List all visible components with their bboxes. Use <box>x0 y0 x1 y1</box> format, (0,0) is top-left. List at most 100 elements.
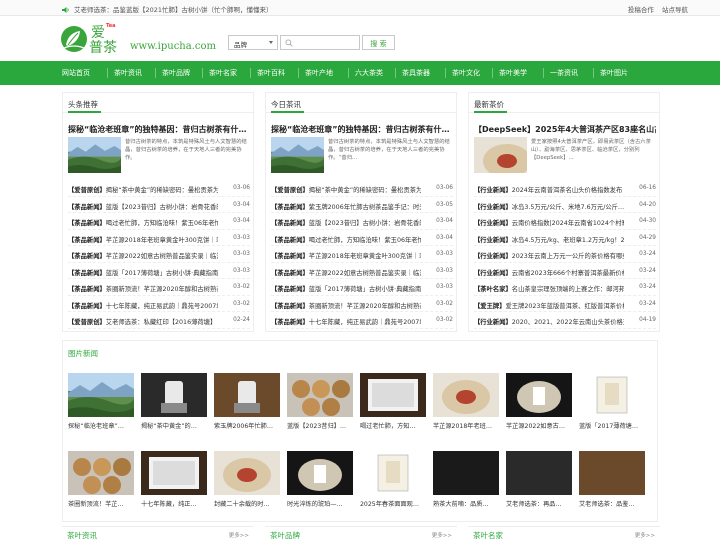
news-list-item[interactable]: 【茶品新闻】紫玉牌2006年忙肺古树茶品鉴手记：时光 03-05 <box>271 200 453 217</box>
news-list-item[interactable]: 【茶品新闻】喝过老忙肺，方知临沧味！紫玉06年老忙肺 03-04 <box>271 233 453 250</box>
news-item-text[interactable]: 【茶品新闻】紫玉牌2006年忙肺古树茶品鉴手记：时光 <box>271 202 421 211</box>
picture-news-thumbnail[interactable] <box>141 373 207 417</box>
picture-news-caption[interactable]: 紫玉牌2006年忙肺… <box>214 421 280 430</box>
picture-news-caption[interactable]: 2025年春茶面面观… <box>360 499 426 508</box>
news-item-tag[interactable]: 【茶叶名家】 <box>474 286 512 293</box>
picture-news-item[interactable]: 喝过老忙肺，方知… <box>360 373 426 430</box>
news-item-tag[interactable]: 【爱普原创】 <box>68 187 106 194</box>
news-item-tag[interactable]: 【茶品新闻】 <box>68 220 106 227</box>
news-item-title[interactable]: 云南省2023年666个村寨普洱茶最新价格 <box>512 270 624 277</box>
news-item-tag[interactable]: 【茶品新闻】 <box>68 270 106 277</box>
news-list-item[interactable]: 【茶品新闻】十七年陈藏，纯正易武韵｜鼎苑号2007年 03-02 <box>68 299 250 316</box>
contribute-link[interactable]: 投稿合作 <box>628 6 654 14</box>
news-item-text[interactable]: 【行业新闻】2023年云南上万元一公斤的茶价格有哪些 <box>474 251 624 260</box>
picture-news-caption[interactable]: 茶圈新顶流！芊芷… <box>68 499 134 508</box>
picture-news-caption[interactable]: 芊芷源2022如意古… <box>506 421 572 430</box>
news-item-text[interactable]: 【茶品新闻】芊芷源2018年老班章黄金叶300克饼｜乌 <box>68 235 218 244</box>
news-item-text[interactable]: 【茶品新闻】十七年陈藏，纯正易武韵｜鼎苑号2007年 <box>271 317 421 326</box>
news-list-item[interactable]: 【茶品新闻】茶圈新顶流！芊芷源2020年醇和古树熟茶 03-02 <box>68 282 250 299</box>
top-notice-text[interactable]: 艾老师选茶：品鉴蓝版【2021忙肺】古树小饼（忙个肺啊，懂懂来） <box>74 6 273 14</box>
news-item-title[interactable]: 蓝版【2023昔归】古树小饼：岩骨花香的 <box>309 220 421 227</box>
search-input[interactable] <box>280 35 360 50</box>
news-item-title[interactable]: 蓝版【2023昔归】古树小饼：岩骨花香的 <box>106 204 218 211</box>
picture-news-item[interactable]: 封藏二十余载的时… <box>214 451 280 508</box>
picture-news-thumbnail[interactable] <box>287 373 353 417</box>
search-category-select[interactable]: 品牌 <box>228 35 278 50</box>
news-item-text[interactable]: 【茶品新闻】喝过老忙肺，方知临沧味！紫玉06年老忙肺 <box>68 218 218 227</box>
picture-news-thumbnail[interactable] <box>433 451 499 495</box>
picture-news-thumbnail[interactable] <box>287 451 353 495</box>
news-item-tag[interactable]: 【茶品新闻】 <box>68 237 106 244</box>
news-item-title[interactable]: 十七年陈藏，纯正易武韵｜鼎苑号2007年 <box>106 303 218 310</box>
news-item-text[interactable]: 【爱普原创】艾老师选茶：私藏红印【2016薄荷塘】 <box>68 317 218 326</box>
news-item-tag[interactable]: 【行业新闻】 <box>474 204 512 211</box>
news-item-tag[interactable]: 【茶品新闻】 <box>271 270 309 277</box>
picture-news-caption[interactable]: 十七年陈藏，纯正… <box>141 499 207 508</box>
featured-thumbnail[interactable] <box>474 137 527 173</box>
news-item-tag[interactable]: 【行业新闻】 <box>474 270 512 277</box>
news-item-text[interactable]: 【茶品新闻】蓝版「2017薄荷塘」古树小饼·典藏指南 <box>68 268 218 277</box>
picture-news-item[interactable]: 熟茶大前嘀：品质… <box>433 451 499 508</box>
news-item-text[interactable]: 【行业新闻】冰岛3.5万元/公斤、米地7.6万元/公斤… <box>474 202 624 211</box>
news-item-title[interactable]: 紫玉牌2006年忙肺古树茶品鉴手记：时光 <box>309 204 421 211</box>
picture-news-caption[interactable]: 艾老师选茶：再品… <box>506 499 572 508</box>
news-list-item[interactable]: 【茶品新闻】蓝版【2023昔归】古树小饼：岩骨花香的 03-04 <box>68 200 250 217</box>
news-list-item[interactable]: 【茶品新闻】芊芷源2018年老班章黄金叶300克饼｜乌 03-03 <box>271 249 453 266</box>
news-list-item[interactable]: 【行业新闻】冰岛4.5万元/kg、老班章1.2万元/kg！20 04-29 <box>474 233 656 250</box>
news-item-title[interactable]: 冰岛3.5万元/公斤、米地7.6万元/公斤… <box>512 204 624 211</box>
news-item-tag[interactable]: 【茶品新闻】 <box>68 253 106 260</box>
picture-news-thumbnail[interactable] <box>506 373 572 417</box>
news-list-item[interactable]: 【茶品新闻】芊芷源2022如意古树熟普品鉴实录｜临沧 03-03 <box>68 249 250 266</box>
news-item-text[interactable]: 【行业新闻】云南价格指数|2024年云南省1024个村寨 <box>474 218 624 227</box>
nav-item[interactable]: 一茶资讯 <box>550 68 578 78</box>
site-logo[interactable]: 爱 Tea 普茶 www.ipucha.com <box>60 21 216 57</box>
news-list-item[interactable]: 【茶品新闻】蓝版「2017薄荷塘」古树小饼·典藏指南 03-03 <box>68 266 250 283</box>
news-item-tag[interactable]: 【行业新闻】 <box>474 220 512 227</box>
news-item-tag[interactable]: 【茶品新闻】 <box>271 220 309 227</box>
news-item-tag[interactable]: 【爱普原创】 <box>271 187 309 194</box>
picture-news-item[interactable]: 探秘“临沧老班章”… <box>68 373 134 430</box>
news-list-item[interactable]: 【茶品新闻】蓝版「2017薄荷塘」古树小饼·典藏指南 03-03 <box>271 282 453 299</box>
news-item-tag[interactable]: 【茶品新闻】 <box>68 204 106 211</box>
news-item-title[interactable]: 蓝版「2017薄荷塘」古树小饼·典藏指南 <box>106 270 218 277</box>
news-item-tag[interactable]: 【行业新闻】 <box>474 187 512 194</box>
search-button[interactable]: 搜 索 <box>362 35 395 50</box>
nav-item[interactable]: 茶叶美学 <box>499 68 527 78</box>
featured-title[interactable]: 【DeepSeek】2025年4大普洱茶产区83座名山古… <box>474 124 656 135</box>
news-item-title[interactable]: 喝过老忙肺，方知临沧味！紫玉06年老忙肺 <box>106 220 218 227</box>
news-item-title[interactable]: 艾老师选茶：私藏红印【2016薄荷塘】 <box>106 319 216 326</box>
nav-item[interactable]: 茶叶名家 <box>209 68 237 78</box>
news-item-title[interactable]: 蓝版「2017薄荷塘」古树小饼·典藏指南 <box>309 286 421 293</box>
picture-news-caption[interactable]: 时光淬炼的琥珀—… <box>287 499 353 508</box>
news-item-title[interactable]: 喝过老忙肺，方知临沧味！紫玉06年老忙肺 <box>309 237 421 244</box>
news-item-text[interactable]: 【行业新闻】2024年云南普洱茶名山头价格指数发布 <box>474 185 624 194</box>
news-item-tag[interactable]: 【茶品新闻】 <box>271 253 309 260</box>
picture-news-caption[interactable]: 艾老师选茶：品鉴… <box>579 499 645 508</box>
picture-news-item[interactable]: 2025年春茶面面观… <box>360 451 426 508</box>
nav-item[interactable]: 茶叶文化 <box>452 68 480 78</box>
picture-news-thumbnail[interactable] <box>360 373 426 417</box>
news-item-text[interactable]: 【爱王牌】爱王牌2023年蓝版普洱茶、红版普洱茶价格 <box>474 301 624 310</box>
picture-news-caption[interactable]: 芊芷源2018年老班… <box>433 421 499 430</box>
picture-news-caption[interactable]: 喝过老忙肺，方知… <box>360 421 426 430</box>
news-item-tag[interactable]: 【茶品新闻】 <box>271 303 309 310</box>
news-item-tag[interactable]: 【爱普原创】 <box>68 319 106 326</box>
news-item-tag[interactable]: 【茶品新闻】 <box>271 204 309 211</box>
picture-news-item[interactable]: 时光淬炼的琥珀—… <box>287 451 353 508</box>
news-item-title[interactable]: 冰岛4.5万元/kg、老班章1.2万元/kg！20 <box>512 237 624 244</box>
news-list-item[interactable]: 【行业新闻】2020、2021、2022年云南山头茶价格对比 04-19 <box>474 315 656 332</box>
more-link[interactable]: 更多>> <box>432 531 452 539</box>
news-item-title[interactable]: 揭秘“茶中黄金”的稀缺密码：曼松贡茶为 <box>309 187 421 194</box>
news-item-title[interactable]: 茶圈新顶流！芊芷源2020年醇和古树熟茶 <box>309 303 421 310</box>
picture-news-item[interactable]: 紫玉牌2006年忙肺… <box>214 373 280 430</box>
more-link[interactable]: 更多>> <box>229 531 249 539</box>
picture-news-caption[interactable]: 蓝版「2017薄荷塘… <box>579 421 645 430</box>
news-item-title[interactable]: 揭秘“茶中黄金”的稀缺密码：曼松贡茶为 <box>106 187 218 194</box>
picture-news-item[interactable]: 揭秘“茶中黄金”的… <box>141 373 207 430</box>
news-list-item[interactable]: 【爱王牌】爱王牌2023年蓝版普洱茶、红版普洱茶价格 03-24 <box>474 299 656 316</box>
picture-news-caption[interactable]: 熟茶大前嘀：品质… <box>433 499 499 508</box>
news-item-text[interactable]: 【茶品新闻】蓝版【2023昔归】古树小饼：岩骨花香的 <box>68 202 218 211</box>
news-item-text[interactable]: 【行业新闻】云南省2023年666个村寨普洱茶最新价格 <box>474 268 624 277</box>
picture-news-item[interactable]: 十七年陈藏，纯正… <box>141 451 207 508</box>
top-notice[interactable]: 艾老师选茶：品鉴蓝版【2021忙肺】古树小饼（忙个肺啊，懂懂来） <box>62 4 273 14</box>
